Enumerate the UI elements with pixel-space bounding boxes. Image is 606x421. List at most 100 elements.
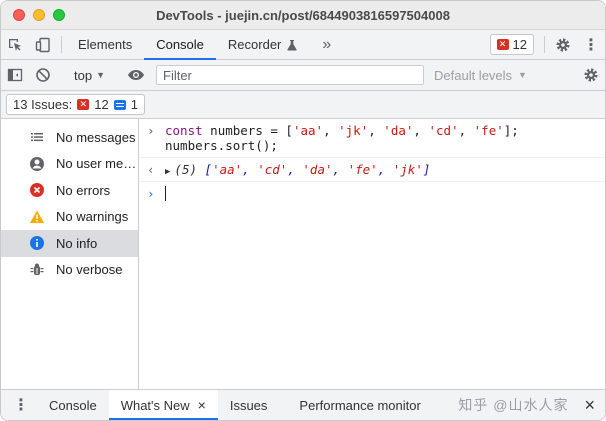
flask-icon bbox=[287, 39, 297, 50]
more-vertical-icon: ⋮ bbox=[583, 36, 599, 54]
block-icon bbox=[36, 68, 50, 82]
panel-tab-bar: Elements Console Recorder » ✕ 12 ⋮ bbox=[1, 30, 605, 60]
console-sidebar: No messages No user me… No errors No war… bbox=[1, 119, 139, 391]
string-literal: 'fe' bbox=[473, 123, 504, 138]
device-toolbar-button[interactable] bbox=[29, 30, 57, 59]
keyword: const bbox=[165, 123, 203, 138]
chevron-right-icon: › bbox=[147, 123, 155, 138]
tab-label: Performance monitor bbox=[299, 397, 421, 413]
sidebar-item-info[interactable]: No info bbox=[1, 230, 138, 257]
sidebar-item-label: No user me… bbox=[56, 156, 137, 172]
issues-button[interactable]: 13 Issues: ✕ 12 1 bbox=[6, 94, 145, 115]
close-drawer-button[interactable]: × bbox=[574, 390, 605, 420]
drawer-tab-whats-new[interactable]: What's New × bbox=[108, 390, 218, 420]
tab-console[interactable]: Console bbox=[144, 30, 216, 60]
chevron-right-icon: › bbox=[147, 186, 155, 201]
message-icon bbox=[113, 99, 126, 110]
gear-icon bbox=[556, 38, 570, 51]
console-main: No messages No user me… No errors No war… bbox=[1, 119, 605, 391]
minimize-window-button[interactable] bbox=[33, 9, 45, 21]
console-input-message: › const numbers = ['aa', 'jk', 'da', 'cd… bbox=[139, 119, 605, 158]
sidebar-item-label: No warnings bbox=[56, 209, 129, 225]
array-result[interactable]: ▶ (5) ['aa', 'cd', 'da', 'fe', 'jk'] bbox=[165, 162, 430, 177]
divider bbox=[61, 36, 62, 53]
drawer-menu-button[interactable]: ⋮ bbox=[1, 390, 37, 420]
tab-label: Recorder bbox=[227, 37, 282, 52]
device-icon bbox=[35, 37, 50, 52]
watermark: 知乎 @山水人家 bbox=[458, 397, 569, 413]
issues-info-count: 1 bbox=[130, 97, 138, 112]
array-item: 'aa' bbox=[212, 162, 243, 177]
filter-input[interactable] bbox=[156, 65, 424, 85]
close-icon[interactable]: × bbox=[198, 397, 206, 413]
customize-menu-button[interactable]: ⋮ bbox=[577, 30, 605, 59]
array-item: 'jk' bbox=[392, 162, 423, 177]
eye-icon bbox=[128, 70, 144, 80]
sidebar-item-messages[interactable]: No messages bbox=[1, 124, 138, 151]
more-vertical-icon: ⋮ bbox=[13, 397, 29, 414]
issues-bar: 13 Issues: ✕ 12 1 bbox=[1, 91, 605, 119]
caret-down-icon: ▼ bbox=[96, 70, 105, 80]
string-literal: 'da' bbox=[383, 123, 414, 138]
console-settings-button[interactable] bbox=[577, 67, 605, 83]
error-icon bbox=[29, 182, 45, 198]
sidebar-item-verbose[interactable]: No verbose bbox=[1, 257, 138, 284]
issues-error-count: 12 bbox=[94, 97, 109, 112]
log-levels-label: Default levels bbox=[434, 67, 513, 83]
tab-elements[interactable]: Elements bbox=[66, 30, 144, 59]
inspect-icon bbox=[9, 38, 21, 51]
drawer-tab-console[interactable]: Console bbox=[37, 390, 109, 420]
zoom-window-button[interactable] bbox=[53, 9, 65, 21]
settings-button[interactable] bbox=[549, 30, 577, 59]
tab-label: Elements bbox=[78, 37, 133, 52]
sidebar-item-label: No info bbox=[56, 235, 98, 251]
log-levels-dropdown[interactable]: Default levels ▼ bbox=[434, 68, 527, 83]
context-selector[interactable]: top ▼ bbox=[66, 68, 113, 83]
code-line: const numbers = ['aa', 'jk', 'da', 'cd',… bbox=[165, 123, 519, 138]
close-window-button[interactable] bbox=[13, 9, 25, 21]
console-result-message: ‹ ▶ (5) ['aa', 'cd', 'da', 'fe', 'jk'] bbox=[139, 158, 605, 182]
error-icon: ✕ bbox=[77, 99, 90, 110]
sidebar-item-errors[interactable]: No errors bbox=[1, 177, 138, 204]
tab-recorder[interactable]: Recorder bbox=[216, 30, 310, 59]
window-controls bbox=[1, 9, 65, 21]
inspect-element-button[interactable] bbox=[1, 30, 29, 59]
console-prompt[interactable]: › bbox=[139, 182, 605, 205]
array-length: (5) bbox=[174, 162, 197, 177]
error-icon: ✕ bbox=[496, 39, 509, 50]
issues-label: 13 Issues: bbox=[13, 97, 73, 112]
code-text: numbers = [ bbox=[202, 123, 293, 138]
drawer-tab-bar: ⋮ Console What's New × Issues Performanc… bbox=[1, 389, 605, 420]
context-label: top bbox=[74, 67, 93, 83]
warning-icon bbox=[29, 209, 45, 225]
text-cursor bbox=[165, 186, 166, 201]
sidebar-item-label: No messages bbox=[56, 129, 136, 145]
toggle-sidebar-button[interactable] bbox=[1, 67, 29, 83]
drawer-tab-issues[interactable]: Issues bbox=[218, 390, 280, 420]
array-item: 'cd' bbox=[257, 162, 288, 177]
clear-console-button[interactable] bbox=[29, 67, 57, 83]
close-icon: × bbox=[584, 394, 595, 415]
more-tabs-button[interactable]: » bbox=[310, 30, 343, 59]
string-literal: 'jk' bbox=[338, 123, 369, 138]
window-title: DevTools - juejin.cn/post/68449038165975… bbox=[156, 7, 450, 23]
drawer-tab-performance-monitor[interactable]: Performance monitor bbox=[279, 390, 432, 420]
string-literal: 'cd' bbox=[428, 123, 459, 138]
sidebar-item-user-messages[interactable]: No user me… bbox=[1, 151, 138, 178]
array-item: 'fe' bbox=[347, 162, 378, 177]
string-literal: 'aa' bbox=[292, 123, 324, 138]
live-expression-button[interactable] bbox=[122, 67, 150, 83]
error-count-badge[interactable]: ✕ 12 bbox=[489, 34, 534, 55]
tab-label: What's New bbox=[120, 397, 190, 413]
sidebar-icon bbox=[7, 68, 23, 82]
error-count: 12 bbox=[512, 37, 527, 52]
tab-label: Console bbox=[49, 397, 97, 413]
console-toolbar: top ▼ Default levels ▼ bbox=[1, 60, 605, 91]
expand-triangle-icon[interactable]: ▶ bbox=[165, 167, 170, 177]
chevron-double-right-icon: » bbox=[322, 35, 332, 53]
sidebar-item-label: No errors bbox=[56, 182, 111, 198]
console-output[interactable]: › const numbers = ['aa', 'jk', 'da', 'cd… bbox=[139, 119, 605, 391]
sidebar-item-warnings[interactable]: No warnings bbox=[1, 204, 138, 231]
divider bbox=[544, 36, 545, 53]
